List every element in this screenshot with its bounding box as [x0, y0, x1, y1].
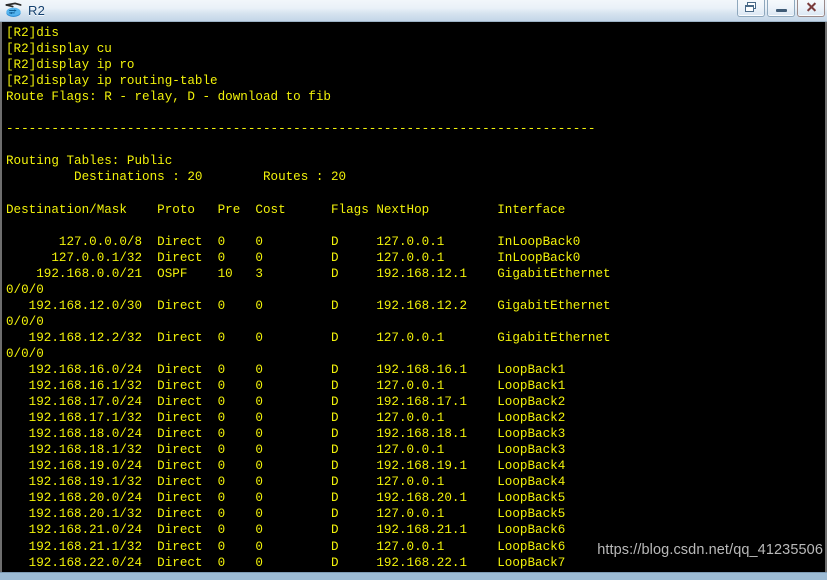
titlebar-left-group: R2: [0, 1, 735, 20]
window-bottom-edge: [0, 572, 827, 580]
minimize-button[interactable]: [767, 0, 795, 17]
router-cli-window: R2 [R2]dis [R2]display cu [R2]display ip…: [0, 0, 827, 580]
terminal-output: [R2]dis [R2]display cu [R2]display ip ro…: [6, 26, 611, 572]
terminal-console[interactable]: [R2]dis [R2]display cu [R2]display ip ro…: [0, 22, 827, 572]
close-icon: [806, 1, 817, 12]
window-titlebar: R2: [0, 0, 827, 22]
restore-button[interactable]: [737, 0, 765, 17]
router-icon: [5, 2, 22, 17]
restore-icon: [745, 1, 757, 12]
close-button[interactable]: [797, 0, 825, 17]
minimize-icon: [775, 8, 787, 12]
window-controls: [735, 0, 825, 21]
window-title: R2: [28, 3, 46, 18]
